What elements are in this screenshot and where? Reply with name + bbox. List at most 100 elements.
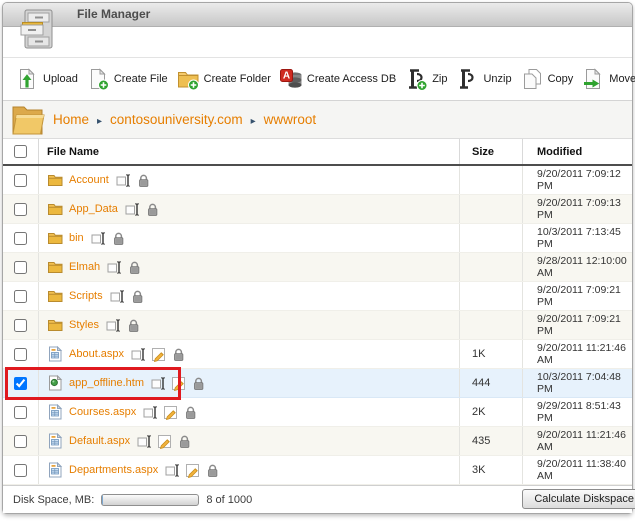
file-name-cell: Scripts [39,282,459,310]
rename-icon[interactable] [143,405,158,420]
lock-icon[interactable] [205,463,220,478]
upload-icon [15,67,39,91]
lock-icon[interactable] [145,202,160,217]
lock-icon[interactable] [136,173,151,188]
toolbar-button-copy[interactable]: Copy [516,64,578,94]
rename-icon[interactable] [165,463,180,478]
rename-icon[interactable] [151,376,166,391]
file-name-link[interactable]: About.aspx [69,348,124,360]
select-all-checkbox[interactable] [14,145,27,158]
edit-icon[interactable] [151,347,166,362]
edit-icon[interactable] [163,405,178,420]
row-checkbox[interactable] [14,377,27,390]
row-checkbox-cell [3,224,39,252]
lock-icon[interactable] [127,260,142,275]
lock-icon[interactable] [177,434,192,449]
file-name-link[interactable]: app_offline.htm [69,377,144,389]
file-name-link[interactable]: App_Data [69,203,118,215]
rename-icon[interactable] [110,289,125,304]
disk-space-usage-text: 8 of 1000 [206,494,252,506]
toolbar-button-create-folder[interactable]: Create Folder [172,64,275,94]
edit-icon[interactable] [157,434,172,449]
file-name-link[interactable]: Courses.aspx [69,406,136,418]
file-size: 444 [459,369,522,397]
lock-icon[interactable] [183,405,198,420]
toolbar-button-zip[interactable]: Zip [400,64,451,94]
row-checkbox-cell [3,195,39,223]
file-name-link[interactable]: Elmah [69,261,100,273]
rename-icon[interactable] [125,202,140,217]
calculate-diskspace-button[interactable]: Calculate Diskspace [522,489,635,509]
row-checkbox[interactable] [14,435,27,448]
table-row-bin: bin10/3/2011 7:13:45 PM [3,224,632,253]
breadcrumb-link-contosouniversity-com[interactable]: contosouniversity.com [110,112,243,127]
row-checkbox[interactable] [14,319,27,332]
row-checkbox-cell [3,369,39,397]
row-checkbox-cell [3,340,39,368]
rename-icon[interactable] [106,318,121,333]
rename-icon[interactable] [107,260,122,275]
file-modified: 9/20/2011 11:21:46 AM [522,340,632,368]
file-size: 435 [459,427,522,455]
toolbar-button-label: Create Access DB [307,73,396,85]
toolbar-button-label: Copy [548,73,574,85]
row-checkbox-cell [3,398,39,426]
svg-text:A: A [283,71,290,82]
table-row-scripts: Scripts9/20/2011 7:09:21 PM [3,282,632,311]
rename-icon[interactable] [137,434,152,449]
row-checkbox[interactable] [14,261,27,274]
breadcrumb-link-wwwroot[interactable]: wwwroot [264,112,317,127]
toolbar-button-create-file[interactable]: Create File [82,64,172,94]
breadcrumb: Home▸contosouniversity.com▸wwwroot [53,111,316,129]
toolbar-button-move[interactable]: Move [577,64,635,94]
file-name-link[interactable]: Styles [69,319,99,331]
aspx-file-icon [47,433,63,449]
row-checkbox-cell [3,427,39,455]
toolbar-button-unzip[interactable]: Unzip [451,64,515,94]
file-name-link[interactable]: Default.aspx [69,435,130,447]
file-name-link[interactable]: bin [69,232,84,244]
row-checkbox[interactable] [14,464,27,477]
create-file-icon [86,67,110,91]
edit-icon[interactable] [185,463,200,478]
header-size: Size [459,139,522,164]
lock-icon[interactable] [130,289,145,304]
create-folder-icon [176,67,200,91]
file-size [459,253,522,281]
rename-icon[interactable] [91,231,106,246]
breadcrumb-link-home[interactable]: Home [53,112,89,127]
lock-icon[interactable] [126,318,141,333]
file-name-link[interactable]: Account [69,174,109,186]
file-name-cell: Courses.aspx [39,398,459,426]
toolbar-button-label: Unzip [483,73,511,85]
file-size: 3K [459,456,522,484]
zip-icon [404,67,428,91]
toolbar-button-upload[interactable]: Upload [11,64,82,94]
row-checkbox[interactable] [14,203,27,216]
row-checkbox[interactable] [14,232,27,245]
lock-icon[interactable] [171,347,186,362]
rename-icon[interactable] [116,173,131,188]
file-name-cell: app_offline.htm [39,369,459,397]
file-name-cell: Departments.aspx [39,456,459,484]
file-name-link[interactable]: Departments.aspx [69,464,158,476]
row-checkbox[interactable] [14,348,27,361]
file-size [459,224,522,252]
row-checkbox[interactable] [14,406,27,419]
header-checkbox-cell [3,139,39,164]
lock-icon[interactable] [111,231,126,246]
row-checkbox[interactable] [14,174,27,187]
toolbar-button-label: Upload [43,73,78,85]
row-checkbox[interactable] [14,290,27,303]
file-name-link[interactable]: Scripts [69,290,103,302]
edit-icon[interactable] [171,376,186,391]
aspx-file-icon [47,346,63,362]
table-row-elmah: Elmah9/28/2011 12:10:00 AM [3,253,632,282]
file-name-cell: Styles [39,311,459,339]
rename-icon[interactable] [131,347,146,362]
move-icon [581,67,605,91]
toolbar-button-create-access-db[interactable]: A Create Access DB [275,64,400,94]
lock-icon[interactable] [191,376,206,391]
file-modified: 9/20/2011 7:09:21 PM [522,311,632,339]
folder-icon [47,230,63,246]
